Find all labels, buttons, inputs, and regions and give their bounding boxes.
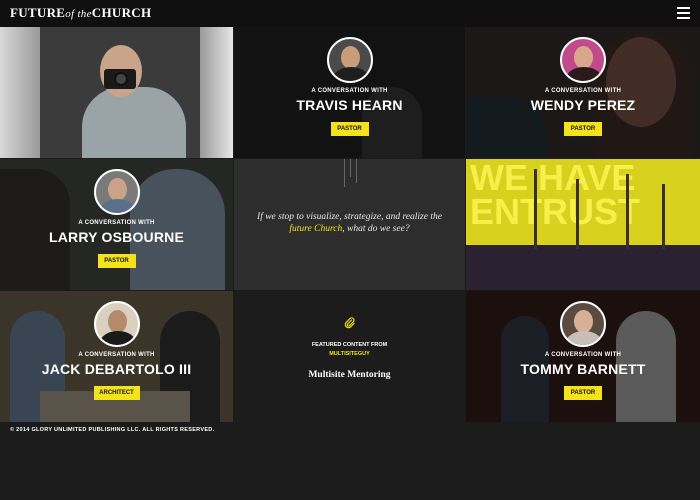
role-badge[interactable]: Architect [93,386,140,400]
speaker-name: Tommy Barnett [520,361,646,377]
quote-text-end: , what do we see? [342,224,410,234]
decorative-line [356,159,357,183]
logo-prefix: FUTURE [10,5,66,20]
quote-highlight[interactable]: future Church [289,224,342,234]
logo-mid: of the [65,8,92,20]
vision-quote-tile: If we stop to visualize, strategize, and… [234,159,465,290]
palm-trunk [662,184,665,249]
conversation-tile-tommy-barnett[interactable]: A conversation with Tommy Barnett Pastor [466,291,700,422]
hamburger-icon[interactable] [677,7,690,19]
avatar [560,37,606,83]
role-badge[interactable]: Pastor [330,122,369,136]
palm-trunk [626,174,629,249]
decorative-line [350,159,351,177]
decorative-line [344,159,345,187]
avatar [93,301,140,347]
conversation-tile-jack-debartolo[interactable]: A conversation with Jack Debartolo III A… [0,291,233,422]
avatar [93,169,140,215]
conversation-intro-label: A conversation with [544,88,622,94]
featured-author[interactable]: Multisiteguy [234,351,465,357]
speaker-name: Jack Debartolo III [41,361,192,377]
featured-label: Featured content from [311,342,388,348]
copyright-notice: © 2014 Glory Unlimited Publishing LLC. A… [10,427,215,433]
conversation-intro-label: A conversation with [78,220,155,226]
site-logo[interactable]: FUTUREof theCHURCH [10,5,151,21]
role-badge[interactable]: Pastor [564,122,602,136]
speaker-name: Travis Hearn [296,97,403,113]
avatar [326,37,373,83]
featured-title[interactable]: Multisite Mentoring [234,370,465,380]
conversation-tile-wendy-perez[interactable]: A conversation with Wendy Perez Pastor [466,27,700,158]
paperclip-icon [344,317,355,329]
palm-silhouette-band [466,245,700,290]
featured-content-tile[interactable]: Featured content from Multisiteguy Multi… [234,291,465,422]
person-body [82,87,186,158]
avatar [560,301,606,347]
conversation-tile-travis-hearn[interactable]: A conversation with Travis Hearn Pastor [234,27,465,158]
window-light-right [200,27,233,158]
top-navigation-bar: FUTUREof theCHURCH [0,0,700,27]
role-badge[interactable]: Pastor [97,254,136,268]
camera-icon [104,69,136,89]
conversation-tile-larry-osbourne[interactable]: A conversation with Larry Osbourne Pasto… [0,159,233,290]
role-badge[interactable]: Pastor [564,386,602,400]
palm-trunk [534,169,537,249]
conversation-intro-label: A conversation with [78,352,155,358]
window-light-left [0,27,40,158]
photographer-image-tile[interactable] [0,27,233,158]
palm-banner-tile[interactable]: WE HAVE ENTRUST [466,159,700,290]
conversation-intro-label: A conversation with [311,88,388,94]
logo-suffix: CHURCH [91,5,152,20]
palm-trunk [576,179,579,249]
quote-text-start: If we stop to visualize, strategize, and… [257,212,442,222]
speaker-name: Wendy Perez [530,97,636,113]
conversation-intro-label: A conversation with [544,352,622,358]
vision-quote: If we stop to visualize, strategize, and… [252,211,447,235]
speaker-name: Larry Osbourne [48,229,185,245]
